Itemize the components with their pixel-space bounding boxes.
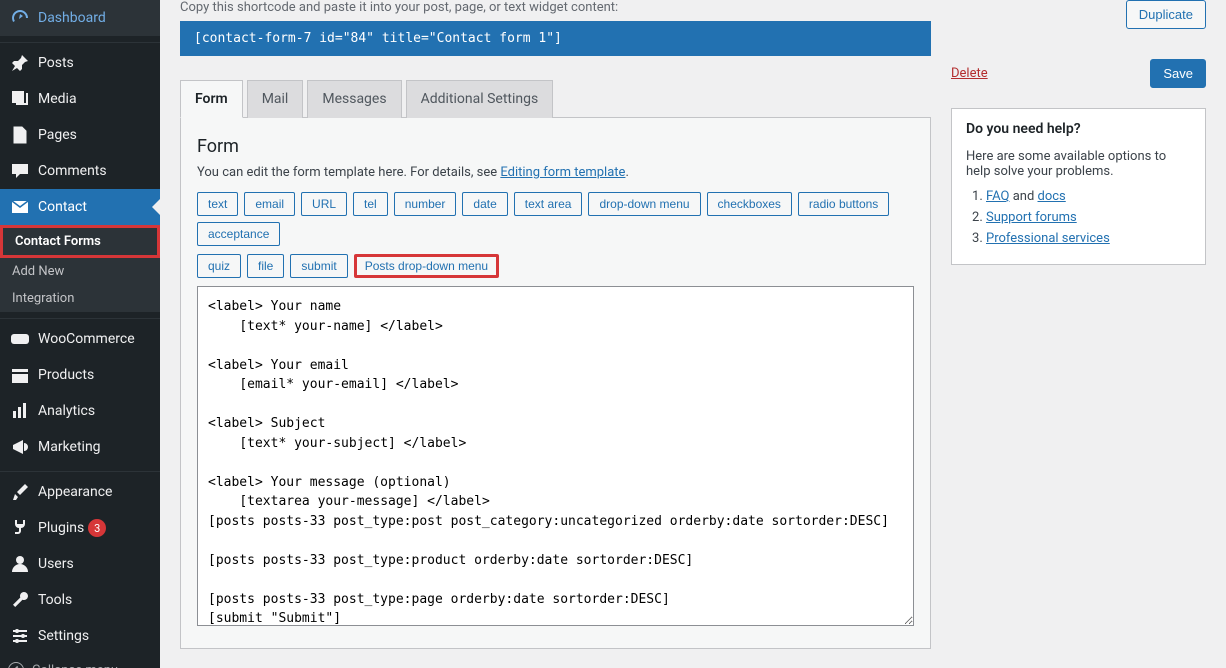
- help-item-support: Support forums: [986, 210, 1191, 225]
- menu-marketing[interactable]: Marketing: [0, 429, 160, 465]
- brush-icon: [10, 482, 30, 502]
- docs-link[interactable]: docs: [1038, 189, 1066, 204]
- sliders-icon: [10, 626, 30, 646]
- submenu-add-new[interactable]: Add New: [0, 258, 160, 285]
- pin-icon: [10, 53, 30, 73]
- help-postbox: Do you need help? Here are some availabl…: [951, 108, 1206, 265]
- submenu-contact: Contact Forms Add New Integration: [0, 225, 160, 312]
- tag-radio[interactable]: radio buttons: [798, 192, 889, 216]
- menu-label: Analytics: [38, 403, 95, 419]
- tag-text[interactable]: text: [197, 192, 238, 216]
- menu-posts[interactable]: Posts: [0, 45, 160, 81]
- tag-file[interactable]: file: [247, 254, 284, 278]
- submenu-contact-forms[interactable]: Contact Forms: [0, 225, 160, 258]
- tab-form[interactable]: Form: [180, 80, 243, 118]
- help-item-faq: FAQ and docs: [986, 189, 1191, 204]
- tag-row-2: quiz file submit Posts drop-down menu: [197, 254, 914, 278]
- tag-textarea[interactable]: text area: [514, 192, 583, 216]
- menu-label: Comments: [38, 163, 107, 179]
- menu-woocommerce[interactable]: WooCommerce: [0, 321, 160, 357]
- shortcode-help: Copy this shortcode and paste it into yo…: [180, 0, 931, 15]
- menu-label: Media: [38, 91, 77, 107]
- menu-settings[interactable]: Settings: [0, 618, 160, 654]
- user-icon: [10, 554, 30, 574]
- menu-label: Dashboard: [38, 10, 106, 26]
- pages-icon: [10, 125, 30, 145]
- plug-icon: [10, 518, 30, 538]
- collapse-menu[interactable]: Collapse menu: [0, 654, 160, 668]
- collapse-icon: [8, 662, 24, 668]
- menu-dashboard[interactable]: Dashboard: [0, 0, 160, 36]
- menu-label: Plugins: [38, 520, 84, 536]
- comment-icon: [10, 161, 30, 181]
- tag-date[interactable]: date: [462, 192, 507, 216]
- duplicate-button[interactable]: Duplicate: [1126, 0, 1206, 29]
- tag-posts-dropdown[interactable]: Posts drop-down menu: [354, 254, 499, 278]
- editing-template-link[interactable]: Editing form template: [500, 165, 625, 180]
- tag-email[interactable]: email: [244, 192, 295, 216]
- menu-label: Pages: [38, 127, 77, 143]
- prof-link[interactable]: Professional services: [986, 231, 1110, 246]
- menu-contact[interactable]: Contact: [0, 189, 160, 225]
- panel-heading: Form: [197, 136, 914, 157]
- save-button[interactable]: Save: [1150, 59, 1206, 88]
- menu-label: Products: [38, 367, 94, 383]
- menu-users[interactable]: Users: [0, 546, 160, 582]
- menu-products[interactable]: Products: [0, 357, 160, 393]
- tab-mail[interactable]: Mail: [247, 80, 304, 118]
- woo-icon: [10, 329, 30, 349]
- main-content: Copy this shortcode and paste it into yo…: [160, 0, 1226, 668]
- tag-acceptance[interactable]: acceptance: [197, 222, 280, 246]
- products-icon: [10, 365, 30, 385]
- delete-link[interactable]: Delete: [951, 66, 988, 81]
- submenu-integration[interactable]: Integration: [0, 285, 160, 312]
- menu-label: Contact: [38, 199, 87, 215]
- menu-label: Tools: [38, 592, 72, 608]
- help-desc: Here are some available options to help …: [966, 149, 1191, 179]
- form-panel: Form You can edit the form template here…: [180, 118, 931, 649]
- megaphone-icon: [10, 437, 30, 457]
- media-icon: [10, 89, 30, 109]
- analytics-icon: [10, 401, 30, 421]
- menu-comments[interactable]: Comments: [0, 153, 160, 189]
- help-title: Do you need help?: [966, 121, 1191, 137]
- menu-plugins[interactable]: Plugins 3: [0, 510, 160, 546]
- menu-label: WooCommerce: [38, 331, 135, 347]
- menu-label: Posts: [38, 55, 74, 71]
- menu-media[interactable]: Media: [0, 81, 160, 117]
- tag-url[interactable]: URL: [301, 192, 347, 216]
- wrench-icon: [10, 590, 30, 610]
- tabs: Form Mail Messages Additional Settings: [180, 80, 931, 118]
- tab-additional-settings[interactable]: Additional Settings: [406, 80, 554, 118]
- tag-row-1: text email URL tel number date text area…: [197, 192, 914, 246]
- menu-label: Marketing: [38, 439, 101, 455]
- tag-checkboxes[interactable]: checkboxes: [707, 192, 792, 216]
- panel-desc: You can edit the form template here. For…: [197, 165, 914, 180]
- dashboard-icon: [10, 8, 30, 28]
- faq-link[interactable]: FAQ: [986, 189, 1009, 204]
- plugins-badge: 3: [88, 519, 106, 537]
- admin-sidebar: Dashboard Posts Media Pages Comments Con…: [0, 0, 160, 668]
- tag-number[interactable]: number: [394, 192, 457, 216]
- help-list: FAQ and docs Support forums Professional…: [966, 189, 1191, 246]
- support-link[interactable]: Support forums: [986, 210, 1077, 225]
- tag-tel[interactable]: tel: [353, 192, 388, 216]
- menu-tools[interactable]: Tools: [0, 582, 160, 618]
- menu-label: Users: [38, 556, 74, 572]
- menu-label: Appearance: [38, 484, 112, 500]
- help-item-prof: Professional services: [986, 231, 1191, 246]
- shortcode-display[interactable]: [contact-form-7 id="84" title="Contact f…: [180, 21, 931, 56]
- tag-submit[interactable]: submit: [290, 254, 347, 278]
- side-column: Duplicate Delete Save Do you need help? …: [951, 0, 1206, 649]
- collapse-label: Collapse menu: [32, 663, 118, 668]
- form-template-textarea[interactable]: [197, 286, 914, 626]
- tab-messages[interactable]: Messages: [307, 80, 401, 118]
- tag-dropdown[interactable]: drop-down menu: [588, 192, 700, 216]
- menu-pages[interactable]: Pages: [0, 117, 160, 153]
- menu-analytics[interactable]: Analytics: [0, 393, 160, 429]
- menu-appearance[interactable]: Appearance: [0, 474, 160, 510]
- mail-icon: [10, 197, 30, 217]
- tag-quiz[interactable]: quiz: [197, 254, 241, 278]
- menu-label: Settings: [38, 628, 89, 644]
